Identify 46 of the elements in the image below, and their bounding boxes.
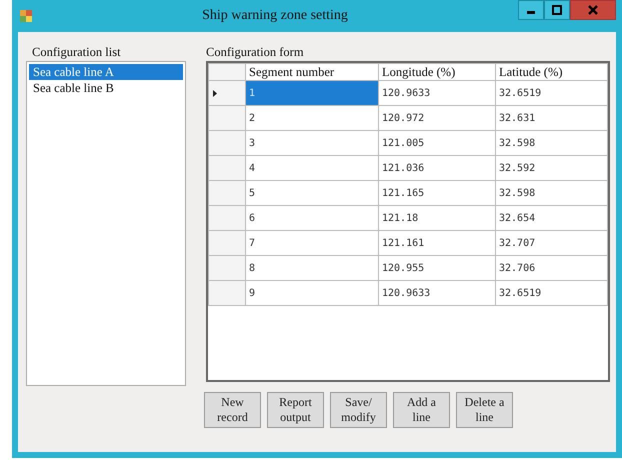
list-item[interactable]: Sea cable line A bbox=[29, 64, 183, 80]
table-cell: 121.036 bbox=[378, 156, 496, 180]
table-cell: 5 bbox=[246, 180, 378, 206]
table-cell: 32.654 bbox=[496, 206, 608, 230]
table-cell: 8 bbox=[246, 256, 378, 280]
close-icon bbox=[588, 5, 598, 15]
column-header[interactable]: Longitude (%) bbox=[378, 64, 496, 80]
table-cell: 1 bbox=[246, 80, 378, 106]
app-icon bbox=[20, 10, 32, 22]
table-cell: 121.161 bbox=[378, 230, 496, 256]
table-cell: 32.592 bbox=[496, 156, 608, 180]
close-button[interactable] bbox=[570, 0, 616, 20]
table-cell: 3 bbox=[246, 130, 378, 156]
form-label: Configuration form bbox=[206, 44, 305, 61]
list-label: Configuration list bbox=[31, 44, 122, 61]
table-cell: 6 bbox=[246, 206, 378, 230]
table-cell: 32.6519 bbox=[496, 80, 608, 106]
table-cell: 120.955 bbox=[378, 256, 496, 280]
column-header[interactable]: Segment number bbox=[246, 64, 378, 80]
table-cell: 32.598 bbox=[496, 180, 608, 206]
table-cell: 32.707 bbox=[496, 230, 608, 256]
list-item[interactable]: Sea cable line B bbox=[29, 80, 183, 96]
table-cell: 7 bbox=[246, 230, 378, 256]
maximize-icon bbox=[552, 5, 562, 15]
table-cell: 121.165 bbox=[378, 180, 496, 206]
table-cell: 121.18 bbox=[378, 206, 496, 230]
action-button[interactable]: New record bbox=[204, 392, 261, 428]
table-cell: 120.972 bbox=[378, 106, 496, 130]
table-cell: 32.631 bbox=[496, 106, 608, 130]
table-cell: 120.9633 bbox=[378, 80, 496, 106]
action-button[interactable]: Report output bbox=[267, 392, 324, 428]
minimize-button[interactable] bbox=[518, 0, 544, 20]
table-cell: 120.9633 bbox=[378, 280, 496, 306]
table-cell: 4 bbox=[246, 156, 378, 180]
action-button[interactable]: Save/ modify bbox=[330, 392, 387, 428]
window-title: Ship warning zone setting bbox=[201, 8, 349, 24]
table-cell: 121.005 bbox=[378, 130, 496, 156]
maximize-button[interactable] bbox=[544, 0, 570, 20]
action-button[interactable]: Delete a line bbox=[456, 392, 513, 428]
table-cell: 32.6519 bbox=[496, 280, 608, 306]
table-cell: 32.706 bbox=[496, 256, 608, 280]
action-button[interactable]: Add a line bbox=[393, 392, 450, 428]
column-header[interactable]: Latitude (%) bbox=[496, 64, 608, 80]
table-cell: 32.598 bbox=[496, 130, 608, 156]
table-cell: 9 bbox=[246, 280, 378, 306]
table-cell: 2 bbox=[246, 106, 378, 130]
